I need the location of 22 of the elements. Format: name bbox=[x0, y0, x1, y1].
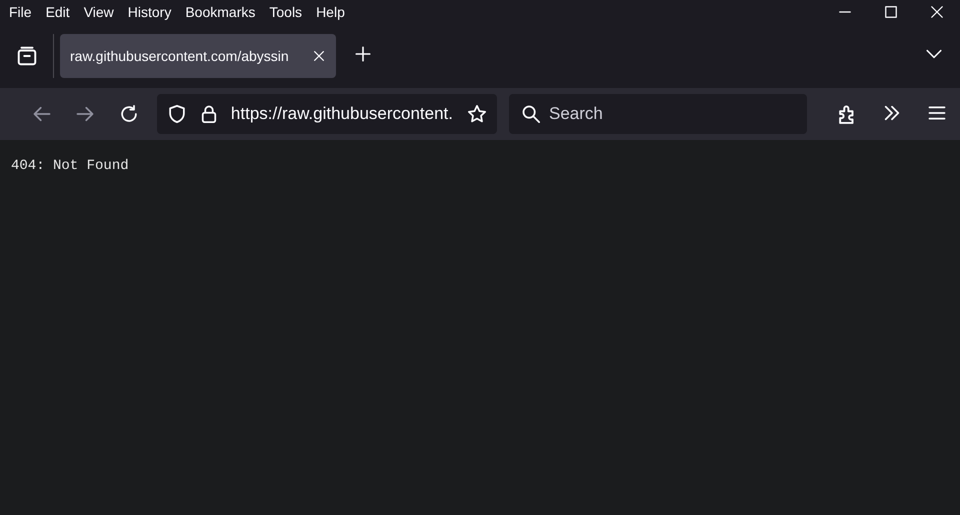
page-text: 404: Not Found bbox=[11, 158, 130, 174]
star-icon[interactable] bbox=[466, 104, 487, 124]
url-text: https://raw.githubusercontent. bbox=[230, 104, 454, 124]
search-icon[interactable] bbox=[520, 104, 541, 124]
browser-tab[interactable]: raw.githubusercontent.com/abyssin bbox=[60, 34, 336, 78]
menu-item[interactable]: Help bbox=[309, 4, 352, 20]
address-bar[interactable]: https://raw.githubusercontent. bbox=[156, 94, 497, 134]
menu-item[interactable]: File bbox=[2, 4, 39, 20]
close-icon[interactable] bbox=[312, 49, 326, 63]
shield-icon[interactable] bbox=[166, 104, 187, 124]
plus-icon[interactable] bbox=[354, 44, 372, 62]
menu-item[interactable]: History bbox=[120, 4, 178, 20]
search-field[interactable]: Search bbox=[508, 94, 807, 134]
tab-title: raw.githubusercontent.com/abyssin bbox=[70, 48, 290, 64]
tray-icon[interactable] bbox=[16, 45, 38, 67]
menu-item[interactable]: Bookmarks bbox=[178, 4, 262, 20]
menu-item[interactable]: Tools bbox=[262, 4, 310, 20]
menu-item[interactable]: View bbox=[76, 4, 121, 20]
maximize-icon[interactable] bbox=[884, 5, 898, 19]
close-icon[interactable] bbox=[930, 5, 944, 19]
reload-icon[interactable] bbox=[119, 104, 140, 124]
menu-item[interactable]: Edit bbox=[38, 4, 77, 20]
